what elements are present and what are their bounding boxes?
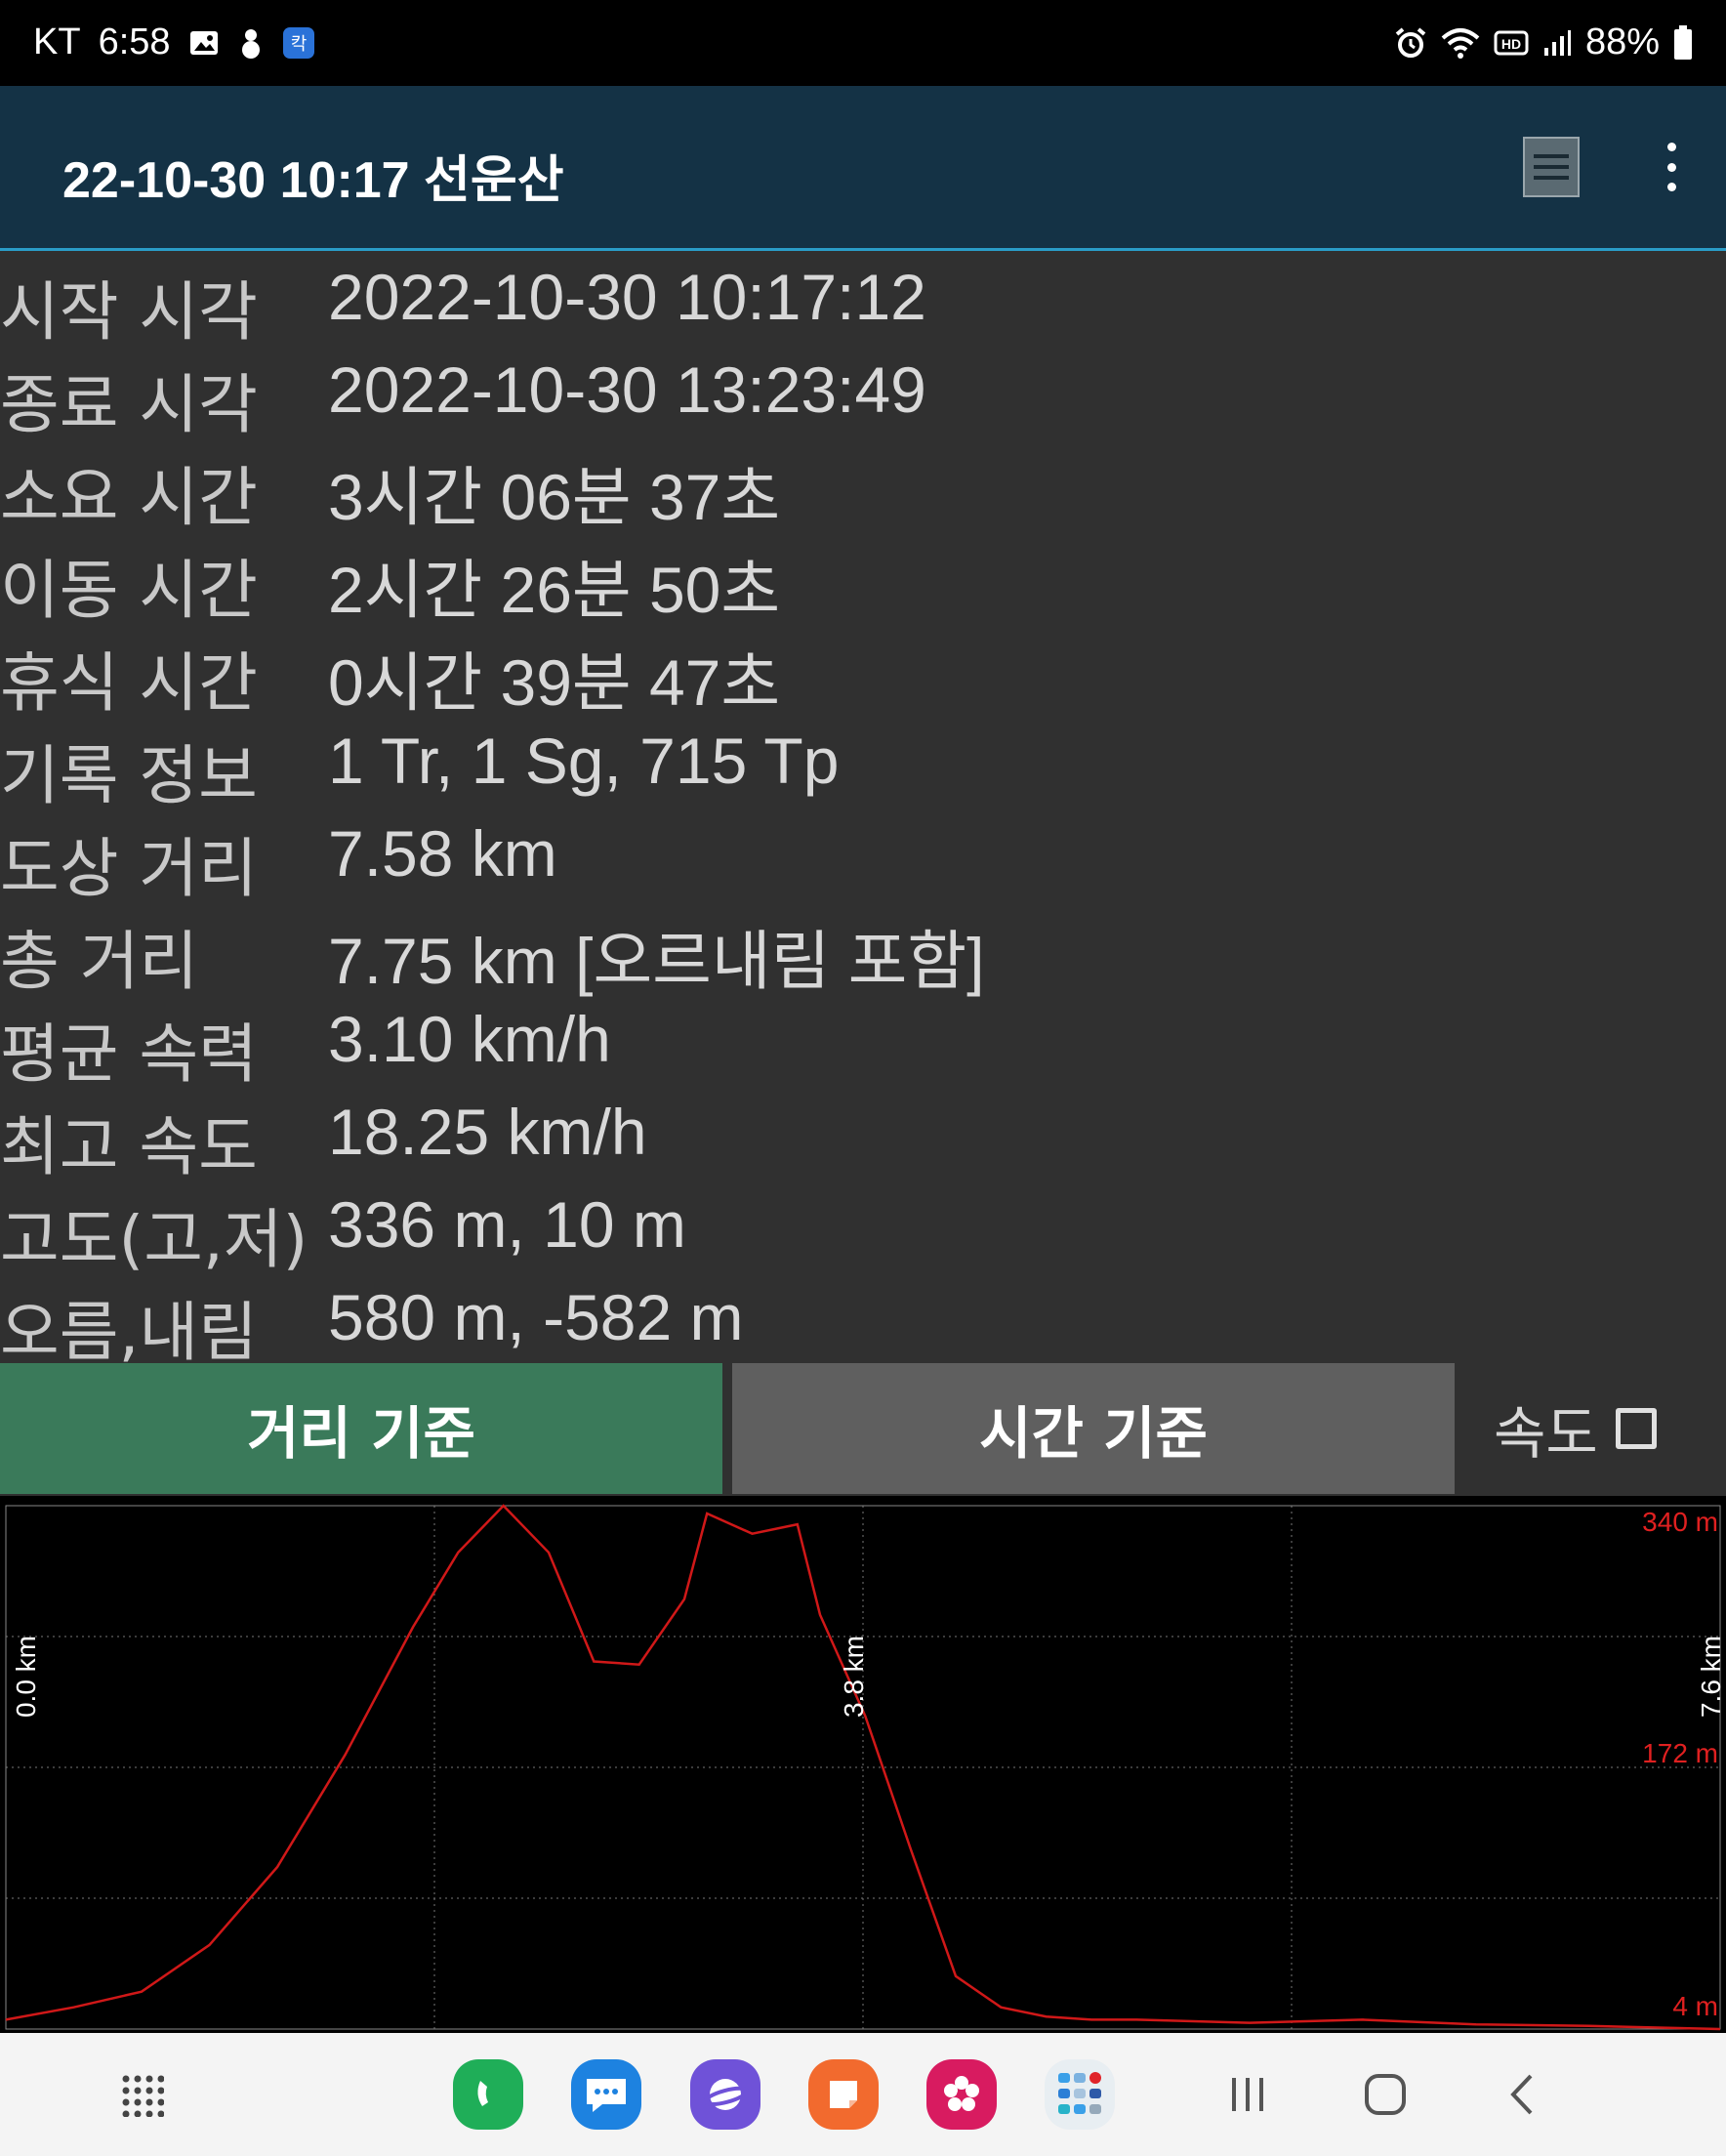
battery-percent: 88% (1584, 21, 1660, 62)
stat-label: 총 거리 (0, 924, 199, 999)
page-title: 22-10-30 10:17 선운산 (62, 152, 564, 209)
y-tick-label-max: 340 m (1642, 1507, 1718, 1537)
stat-row: 이동 시간 2시간 26분 50초 (0, 534, 1726, 628)
stat-value: 2022-10-30 10:17:12 (328, 261, 926, 333)
speed-toggle[interactable]: 속도 (1494, 1363, 1657, 1494)
notes-app-icon[interactable] (808, 2059, 879, 2130)
more-vert-icon[interactable] (1654, 143, 1689, 191)
svg-text:칵: 칵 (290, 34, 307, 55)
stat-value: 3.10 km/h (328, 1003, 611, 1075)
clock: 6:58 (98, 21, 171, 62)
stat-row: 고도(고,저) 336 m, 10 m (0, 1183, 1726, 1277)
stat-value: 7.58 km (328, 817, 557, 890)
stat-label: 시작 시각 (0, 274, 258, 350)
elevation-chart-svg: 340 m 172 m 4 m 0.0 km 3.8 km 7.6 km (5, 1504, 1726, 2031)
recents-icon[interactable] (1228, 2074, 1269, 2115)
stat-row: 총 거리 7.75 km [오르내림 포함] (0, 905, 1726, 999)
stat-row: 기록 정보 1 Tr, 1 Sg, 715 Tp (0, 720, 1726, 813)
x-tick-label-end: 7.6 km (1696, 1636, 1726, 1718)
stat-value: 2시간 26분 50초 (328, 554, 781, 626)
x-tick-label-mid: 3.8 km (839, 1636, 869, 1718)
phone-app-icon[interactable] (453, 2059, 523, 2130)
y-tick-label-mid: 172 m (1642, 1738, 1718, 1768)
stat-row: 오름,내림 580 m, -582 m (0, 1276, 1726, 1370)
messages-app-icon[interactable] (571, 2059, 641, 2130)
stat-value: 580 m, -582 m (328, 1281, 744, 1353)
tab-time[interactable]: 시간 기준 (732, 1363, 1455, 1494)
stat-label: 평균 속력 (0, 1016, 258, 1092)
status-bar: KT 6:58 칵 HD 88% (0, 0, 1726, 86)
signal-icon (1542, 28, 1572, 58)
stat-value: 2022-10-30 13:23:49 (328, 353, 926, 426)
stat-label: 최고 속도 (0, 1109, 258, 1184)
stat-label: 기록 정보 (0, 738, 258, 813)
elevation-chart: 340 m 172 m 4 m 0.0 km 3.8 km 7.6 km (0, 1496, 1726, 2033)
stat-value: 1 Tr, 1 Sg, 715 Tp (328, 725, 840, 797)
stat-value: 18.25 km/h (328, 1096, 647, 1168)
svg-text:HD: HD (1501, 36, 1521, 52)
back-icon[interactable] (1507, 2072, 1537, 2117)
folder-app-icon[interactable] (1045, 2059, 1115, 2130)
stat-label: 도상 거리 (0, 831, 258, 906)
stat-value: 3시간 06분 37초 (328, 461, 781, 533)
internet-app-icon[interactable] (690, 2059, 760, 2130)
speed-label: 속도 (1494, 1400, 1598, 1467)
app-bar: 22-10-30 10:17 선운산 (0, 86, 1726, 251)
stat-value: 0시간 39분 47초 (328, 646, 781, 719)
stat-label: 종료 시각 (0, 367, 258, 442)
stat-label: 오름,내림 (0, 1295, 258, 1370)
wifi-icon (1441, 26, 1480, 60)
carrier-label: KT (33, 21, 81, 62)
stat-row: 평균 속력 3.10 km/h (0, 998, 1726, 1092)
stat-row: 도상 거리 7.58 km (0, 812, 1726, 906)
x-tick-label-start: 0.0 km (11, 1636, 41, 1718)
stat-row: 종료 시각 2022-10-30 13:23:49 (0, 349, 1726, 442)
speed-checkbox[interactable] (1615, 1408, 1657, 1449)
stat-label: 고도(고,저) (0, 1202, 308, 1277)
navigation-bar (0, 2033, 1726, 2156)
stat-value: 7.75 km [오르내림 포함] (328, 925, 985, 997)
list-icon[interactable] (1523, 137, 1580, 197)
track-stats: 시작 시각 2022-10-30 10:17:12 종료 시각 2022-10-30… (0, 256, 1726, 1370)
gallery-icon (188, 27, 220, 59)
stat-row: 소요 시간 3시간 06분 37초 (0, 441, 1726, 535)
stat-row: 시작 시각 2022-10-30 10:17:12 (0, 256, 1726, 350)
gallery-app-icon[interactable] (926, 2059, 997, 2130)
tab-distance[interactable]: 거리 기준 (0, 1363, 722, 1494)
stat-label: 이동 시간 (0, 553, 258, 628)
chart-grid (5, 1505, 1721, 2030)
stat-value: 336 m, 10 m (328, 1188, 686, 1261)
stat-label: 휴식 시간 (0, 645, 258, 721)
y-tick-label-min: 4 m (1672, 1991, 1718, 2021)
stat-label: 소요 시간 (0, 460, 258, 535)
apps-grid-icon[interactable] (121, 2074, 165, 2118)
chart-mode-tabs: 거리 기준 시간 기준 속도 (0, 1363, 1726, 1494)
alarm-icon (1394, 26, 1427, 60)
hd-icon: HD (1494, 28, 1529, 58)
snowman-icon (237, 26, 265, 60)
stat-row: 휴식 시간 0시간 39분 47초 (0, 627, 1726, 721)
battery-icon (1673, 24, 1693, 61)
app-badge-icon: 칵 (282, 26, 315, 60)
stat-row: 최고 속도 18.25 km/h (0, 1091, 1726, 1184)
home-icon[interactable] (1363, 2072, 1408, 2117)
